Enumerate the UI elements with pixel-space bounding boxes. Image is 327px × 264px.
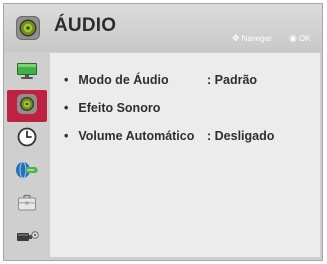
device-icon [15,227,39,250]
speaker-icon [15,15,41,41]
briefcase-icon [17,194,37,217]
ok-button-icon: ◉ [289,33,297,43]
menu-item-label: Efeito Sonoro [78,101,161,115]
clock-icon [17,127,37,152]
sidebar-item-input[interactable] [7,222,47,254]
audio-settings-panel: • Modo de Áudio : Padrão • Efeito Sonoro •… [50,53,320,257]
bullet-icon: • [64,73,69,87]
menu-item-audio-mode[interactable]: • Modo de Áudio : Padrão [64,73,257,87]
navigate-hint: ✥ Navegar [232,33,272,44]
sidebar-item-time[interactable] [7,123,47,155]
menu-item-value: : Padrão [207,73,258,87]
network-icon [14,160,40,185]
navigate-arrows-icon: ✥ [232,33,240,43]
audio-menu-window: ÁUDIO ✥ Navegar ◉ OK • Modo de Áudio: P… [3,3,323,261]
menu-item-auto-volume[interactable]: • Volume Automático : Desligado [64,129,274,143]
sidebar-item-audio[interactable] [7,90,47,122]
speaker-icon [16,93,38,120]
bullet-icon: • [64,129,69,143]
sidebar-item-network[interactable] [7,156,47,188]
menu-item-label: Modo de Áudio [78,73,169,87]
menu-header: ÁUDIO ✥ Navegar ◉ OK [4,4,322,52]
page-title: ÁUDIO [54,15,117,36]
menu-item-value: : Desligado [207,129,275,143]
menu-item-sound-effect[interactable]: • Efeito Sonoro [64,101,160,115]
monitor-icon [16,62,38,85]
sidebar [7,53,48,257]
bullet-icon: • [64,101,69,115]
sidebar-item-picture[interactable] [7,57,47,89]
menu-item-label: Volume Automático [78,129,195,143]
navigate-label: Navegar [241,34,272,43]
ok-hint: ◉ OK [289,33,310,44]
ok-label: OK [298,34,311,43]
sidebar-item-lock[interactable] [7,189,47,221]
